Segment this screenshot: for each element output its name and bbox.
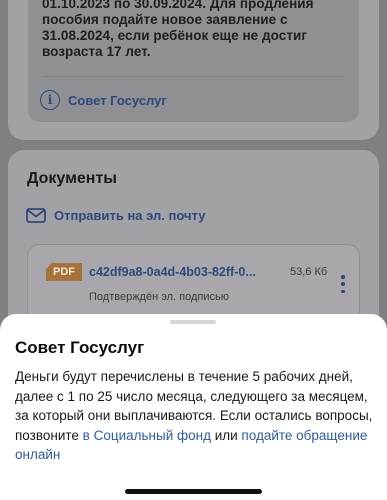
benefit-notice: 01.10.2023 по 30.09.2024. Для продления … bbox=[28, 0, 359, 122]
document-name[interactable]: c42df9a8-0a4d-4b03-82ff-0... bbox=[89, 265, 256, 279]
send-email-label: Отправить на эл. почту bbox=[54, 208, 206, 223]
documents-title: Документы bbox=[27, 170, 117, 187]
document-signature-status: Подтверждён эл. подписью bbox=[89, 291, 229, 303]
sheet-connector: или bbox=[210, 427, 242, 443]
sheet-grabber[interactable] bbox=[170, 320, 216, 324]
more-vertical-icon[interactable] bbox=[340, 275, 346, 293]
social-fund-link[interactable]: в Социальный фонд bbox=[83, 428, 211, 443]
send-email-link[interactable]: Отправить на эл. почту bbox=[26, 208, 205, 223]
home-indicator bbox=[125, 489, 262, 494]
info-icon: i bbox=[40, 90, 60, 110]
sheet-body: Деньги будут перечислены в течение 5 раб… bbox=[15, 367, 377, 465]
advice-bottom-sheet: Совет Госуслуг Деньги будут перечислены … bbox=[0, 314, 387, 500]
notice-text: 01.10.2023 по 30.09.2024. Для продления … bbox=[42, 0, 314, 59]
advice-link[interactable]: i Совет Госуслуг bbox=[40, 90, 167, 110]
document-size: 53,6 Кб bbox=[290, 266, 328, 278]
pdf-icon: PDF bbox=[46, 263, 82, 281]
advice-link-label: Совет Госуслуг bbox=[68, 92, 167, 108]
document-item[interactable]: PDF c42df9a8-0a4d-4b03-82ff-0... 53,6 Кб… bbox=[27, 244, 360, 324]
mail-icon bbox=[26, 208, 46, 223]
divider bbox=[42, 76, 345, 77]
sheet-title: Совет Госуслуг bbox=[15, 338, 145, 357]
